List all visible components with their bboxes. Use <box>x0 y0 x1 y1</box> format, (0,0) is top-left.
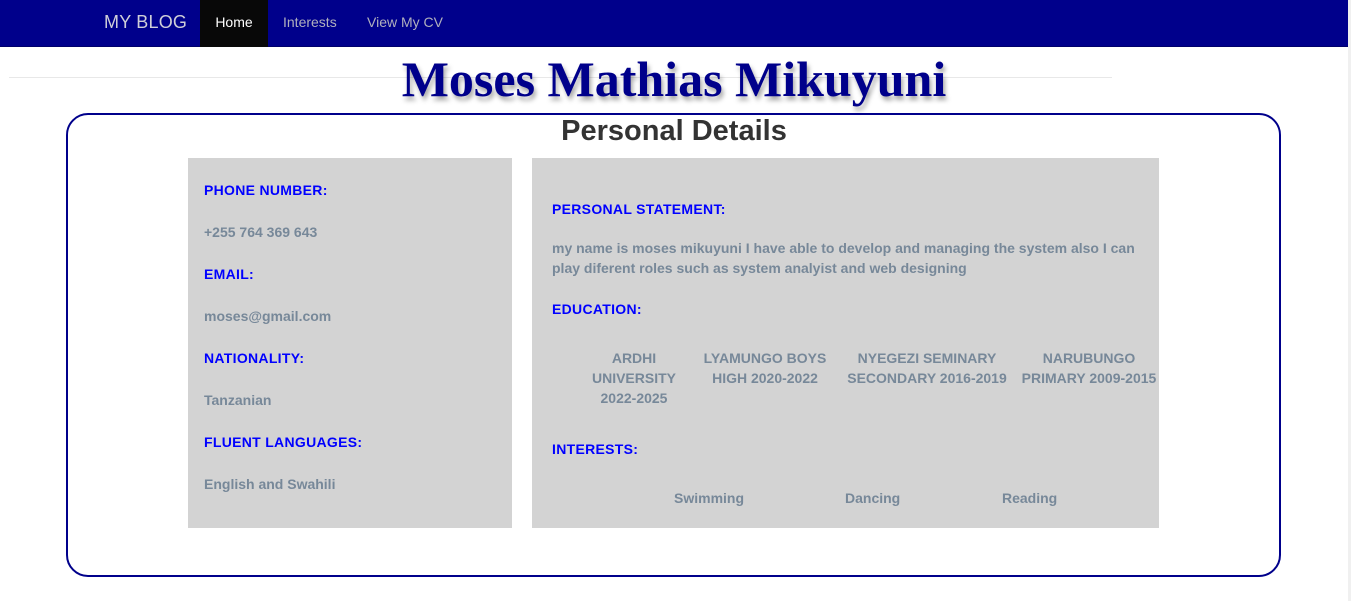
email-label: EMAIL: <box>204 266 255 282</box>
interest-item: Dancing <box>845 490 901 506</box>
nationality-label: NATIONALITY: <box>204 350 305 366</box>
interest-item: Reading <box>1002 490 1058 506</box>
top-navbar: MY BLOG Home Interests View My CV <box>0 0 1348 47</box>
phone-value: +255 764 369 643 <box>204 224 318 240</box>
interest-item: Swimming <box>674 490 745 506</box>
profile-panel: PERSONAL STATEMENT: my name is moses mik… <box>532 158 1159 528</box>
education-item: NYEGEZI SEMINARY SECONDARY 2016-2019 <box>847 350 1007 386</box>
nav-item-home[interactable]: Home <box>200 0 268 47</box>
languages-label: FLUENT LANGUAGES: <box>204 434 363 450</box>
education-label: EDUCATION: <box>552 301 642 317</box>
contact-panel: PHONE NUMBER: +255 764 369 643 EMAIL: mo… <box>188 158 512 528</box>
nav-item-interests[interactable]: Interests <box>283 0 337 47</box>
languages-value: English and Swahili <box>204 476 336 492</box>
nav-item-view-cv[interactable]: View My CV <box>367 0 443 47</box>
education-item: LYAMUNGO BOYS HIGH 2020-2022 <box>703 350 827 386</box>
education-item: ARDHI UNIVERSITY 2022-2025 <box>591 350 676 406</box>
phone-label: PHONE NUMBER: <box>204 182 328 198</box>
brand-link[interactable]: MY BLOG <box>104 12 187 33</box>
nationality-value: Tanzanian <box>204 392 272 408</box>
statement-label: PERSONAL STATEMENT: <box>552 201 726 217</box>
statement-text: my name is moses mikuyuni I have able to… <box>552 240 1135 276</box>
section-title: Personal Details <box>561 115 787 147</box>
interests-label: INTERESTS: <box>552 441 639 457</box>
page-title: Moses Mathias Mikuyuni <box>401 51 947 107</box>
email-value: moses@gmail.com <box>204 308 332 324</box>
education-item: NARUBUNGO PRIMARY 2009-2015 <box>1021 350 1157 386</box>
